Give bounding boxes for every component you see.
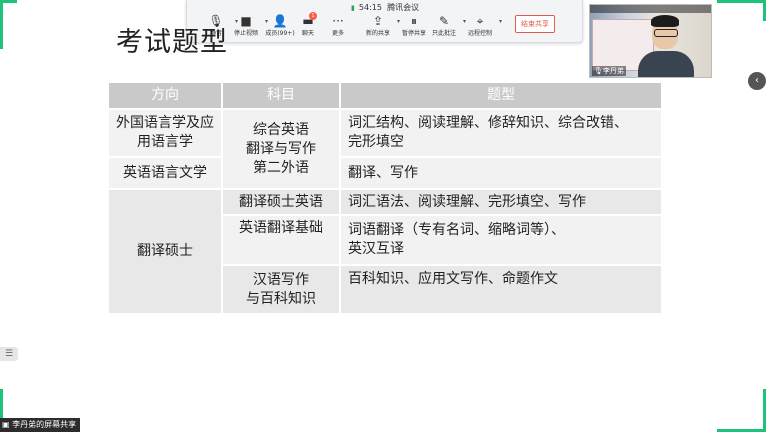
meeting-toolbar: ▮ 54:15 腾讯会议 🎙 静音 ▾ ■ 停止视频 ▾ 👤 成员(99+) ▬ 聊天 1 ··… (186, 0, 583, 43)
participant-name: 🎙李丹弟 (592, 66, 626, 76)
subject-cell: 汉语写作 与百科知识 (223, 266, 339, 313)
direction-cell: 翻译硕士 (109, 190, 221, 313)
remote-control-icon: ⌖ (476, 14, 484, 28)
video-thumbnail[interactable]: 🎙李丹弟 (589, 4, 712, 78)
collapse-arrow-icon[interactable]: ‹ (748, 72, 766, 90)
signal-icon: ▮ (350, 4, 355, 12)
type-cell: 词汇语法、阅读理解、完形填空、写作 (341, 190, 661, 214)
share-frame-corner (0, 0, 17, 49)
meeting-timer: 54:15 (358, 3, 382, 12)
share-screen-icon: ▣ (2, 420, 13, 429)
stop-video-button[interactable]: ■ 停止视频 ▾ (229, 14, 268, 37)
share-frame-corner (717, 389, 766, 432)
meeting-status: ▮ 54:15 腾讯会议 (187, 2, 582, 13)
more-icon: ··· (332, 14, 344, 28)
type-cell: 翻译、写作 (341, 158, 661, 188)
direction-cell: 英语语言文学 (109, 158, 221, 188)
chevron-down-icon[interactable]: ▾ (499, 18, 502, 25)
app-name: 腾讯会议 (387, 3, 420, 12)
camera-icon: ■ (240, 14, 252, 28)
type-cell: 百科知识、应用文写作、命题作文 (341, 266, 661, 313)
annotate-icon: ✎ (438, 14, 450, 28)
header-subject: 科目 (223, 83, 339, 108)
pause-share-icon: ⏸ (410, 14, 417, 28)
subject-cell: 综合英语 翻译与写作 第二外语 (223, 110, 339, 188)
type-cell: 词汇结构、阅读理解、修辞知识、综合改错、 完形填空 (341, 110, 661, 156)
chat-button[interactable]: ▬ 聊天 1 (291, 12, 325, 37)
share-frame-corner (717, 0, 766, 21)
slide-title: 考试题型 (116, 27, 228, 58)
subject-cell: 翻译硕士英语 (223, 190, 339, 214)
more-button[interactable]: ··· 更多 (321, 14, 355, 37)
chat-badge: 1 (309, 12, 317, 20)
microphone-icon: 🎙 (594, 67, 603, 75)
subject-cell: 英语翻译基础 (223, 216, 339, 264)
share-icon: ⇪ (372, 14, 384, 28)
header-type: 题型 (341, 83, 661, 108)
direction-cell: 外国语言学及应用语言学 (109, 110, 221, 156)
list-icon[interactable]: ☰ (0, 347, 18, 361)
end-share-button[interactable]: 结束共享 (515, 15, 555, 33)
type-cell: 词语翻译（专有名词、缩略词等）、 英汉互译 (341, 216, 661, 264)
remote-control-button[interactable]: ⌖ 远程控制 ▾ (463, 14, 502, 37)
pause-share-button[interactable]: ⏸ 暂停共享 (397, 14, 431, 37)
annotate-button[interactable]: ✎ 只此批注 ▾ (427, 14, 466, 37)
header-direction: 方向 (109, 83, 221, 108)
new-share-button[interactable]: ⇪ 新的共享 ▾ (361, 14, 400, 37)
screen-share-label: ▣ 李丹弟的屏幕共享 (0, 418, 81, 432)
chat-icon: ▬ (302, 14, 314, 28)
